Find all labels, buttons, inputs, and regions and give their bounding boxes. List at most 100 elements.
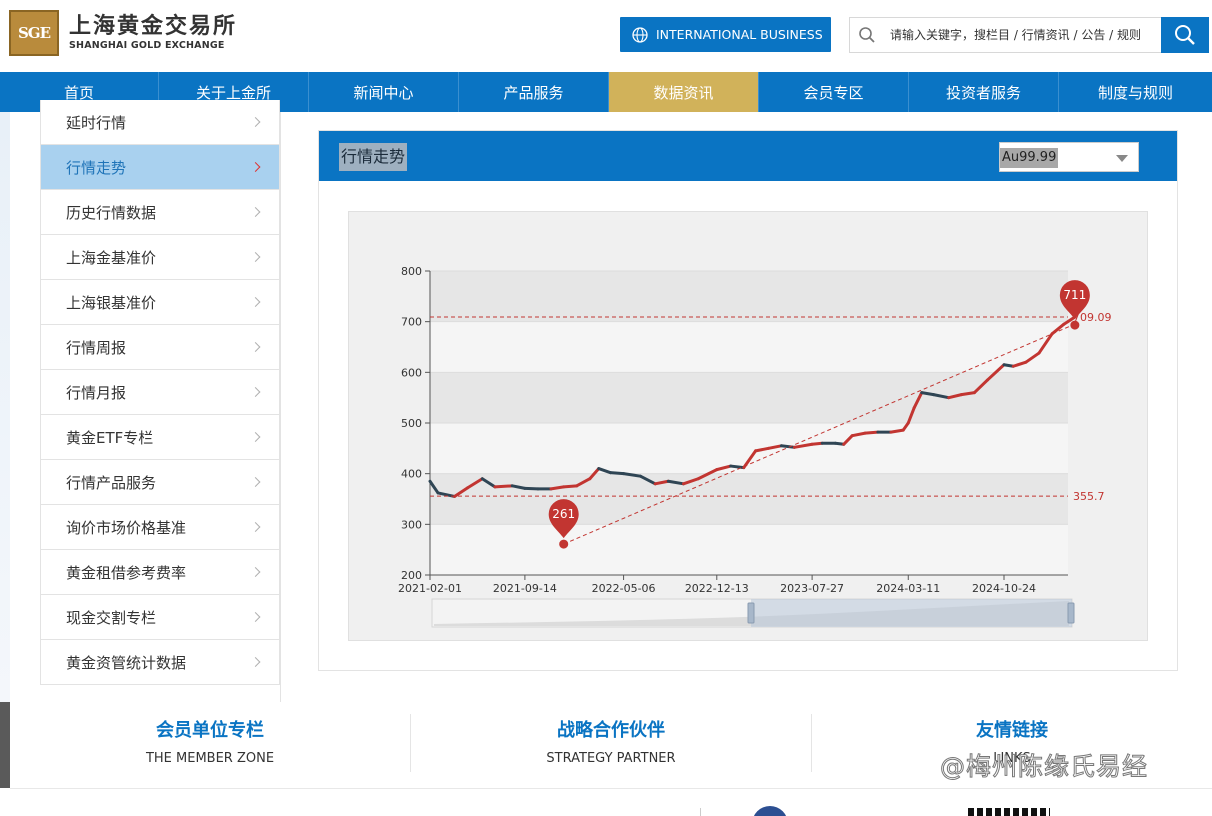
product-select-value: Au99.99 xyxy=(1000,148,1059,168)
chevron-right-icon xyxy=(250,117,261,127)
zoom-handle xyxy=(1067,602,1075,624)
chevron-right-icon xyxy=(250,657,261,667)
logo-cn-name: 上海黄金交易所 xyxy=(69,13,238,40)
sidebar-item-label: 现金交割专栏 xyxy=(66,608,157,627)
sidebar-item-label: 历史行情数据 xyxy=(66,203,157,222)
sidebar-item-label: 上海银基准价 xyxy=(66,293,157,312)
sidebar-item-label: 行情走势 xyxy=(66,158,127,177)
price-segment xyxy=(863,430,880,435)
price-chart: 200 300 400 500 600 700 800 2021-02-01 2021-09-1… xyxy=(348,211,1148,641)
sidebar-divider xyxy=(280,112,281,702)
chevron-right-icon xyxy=(250,342,261,352)
footer-member-zone-en: THE MEMBER ZONE xyxy=(145,751,275,766)
sidebar-item-history[interactable]: 历史行情数据 xyxy=(40,190,280,235)
sidebar-item-label: 询价市场价格基准 xyxy=(66,518,187,537)
qr-code-partial xyxy=(968,808,1050,816)
price-segment xyxy=(609,471,626,476)
left-decoration-dark xyxy=(0,702,10,788)
search-input[interactable] xyxy=(884,18,1161,52)
price-segment xyxy=(810,441,824,446)
market-trend-panel: 行情走势 Au99.99 200 300 400 500 600 700 800 2021-0… xyxy=(318,130,1178,671)
sidebar-item-inquiry-benchmark[interactable]: 询价市场价格基准 xyxy=(40,505,280,550)
point-dot xyxy=(559,539,569,549)
chevron-right-icon xyxy=(250,297,261,307)
international-business-label: INTERNATIONAL BUSINESS xyxy=(656,27,823,42)
footer-strategy-partner-cn: 战略合作伙伴 xyxy=(557,720,665,741)
logo-mark: SGE xyxy=(9,10,59,56)
min-pin-label: 261 xyxy=(552,507,575,521)
y-tick-label: 700 xyxy=(401,316,422,329)
search-button[interactable] xyxy=(1161,17,1209,53)
price-segment xyxy=(729,464,746,470)
price-segment xyxy=(493,484,514,489)
plot-band xyxy=(430,423,1068,474)
nav-data[interactable]: 数据资讯 xyxy=(609,72,759,112)
max-pin-label: 711 xyxy=(1063,288,1086,302)
zoom-handle xyxy=(747,602,755,624)
nav-products[interactable]: 产品服务 xyxy=(459,72,609,112)
sidebar-item-gold-benchmark[interactable]: 上海金基准价 xyxy=(40,235,280,280)
sidebar-item-monthly[interactable]: 行情月报 xyxy=(40,370,280,415)
zoom-window xyxy=(751,599,1072,627)
sidebar-item-label: 行情周报 xyxy=(66,338,127,357)
product-select[interactable]: Au99.99 xyxy=(999,142,1139,172)
y-tick-label: 400 xyxy=(401,468,422,481)
sidebar-item-product-services[interactable]: 行情产品服务 xyxy=(40,460,280,505)
logo-text: 上海黄金交易所 SHANGHAI GOLD EXCHANGE xyxy=(69,15,237,51)
sidebar-item-silver-benchmark[interactable]: 上海银基准价 xyxy=(40,280,280,325)
plot-band xyxy=(430,321,1068,373)
price-segment xyxy=(562,484,579,489)
logo-mark-text: SGE xyxy=(17,24,51,42)
footer-strategy-partner-en: STRATEGY PARTNER xyxy=(546,751,676,766)
chevron-right-icon xyxy=(250,522,261,532)
price-segment xyxy=(549,485,566,491)
nav-rules[interactable]: 制度与规则 xyxy=(1059,72,1212,112)
x-tick-label: 2021-02-01 xyxy=(398,582,462,595)
mark-line-label: 355.7 xyxy=(1073,490,1105,503)
sidebar-item-delayed-quotes[interactable]: 延时行情 xyxy=(40,100,280,145)
sidebar-item-asset-mgmt-stats[interactable]: 黄金资管统计数据 xyxy=(40,640,280,685)
site-logo[interactable]: SGE 上海黄金交易所 SHANGHAI GOLD EXCHANGE xyxy=(9,10,237,56)
y-tick-label: 200 xyxy=(401,569,422,582)
x-tick-label: 2022-05-06 xyxy=(592,582,656,595)
sidebar-item-label: 黄金资管统计数据 xyxy=(66,653,187,672)
footer-member-zone-cn: 会员单位专栏 xyxy=(156,720,264,741)
chevron-right-icon xyxy=(250,387,261,397)
panel-header: 行情走势 Au99.99 xyxy=(319,131,1177,181)
site-header: SGE 上海黄金交易所 SHANGHAI GOLD EXCHANGE INTER… xyxy=(0,0,1212,72)
chevron-right-icon xyxy=(250,252,261,262)
sidebar-item-market-trend[interactable]: 行情走势 xyxy=(40,145,280,190)
nav-investors[interactable]: 投资者服务 xyxy=(909,72,1059,112)
logo-en-name: SHANGHAI GOLD EXCHANGE xyxy=(69,40,225,52)
nav-news[interactable]: 新闻中心 xyxy=(309,72,459,112)
y-tick-label: 800 xyxy=(401,265,422,278)
y-tick-label: 300 xyxy=(401,518,422,531)
sidebar-item-lease-rate[interactable]: 黄金租借参考费率 xyxy=(40,550,280,595)
footer-strategy-partner[interactable]: 战略合作伙伴 STRATEGY PARTNER xyxy=(411,716,811,766)
price-segment xyxy=(920,391,936,397)
sidebar-item-label: 黄金ETF专栏 xyxy=(66,428,154,447)
footer-links-cn: 友情链接 xyxy=(976,720,1048,741)
sidebar: 延时行情 行情走势 历史行情数据 上海金基准价 上海银基准价 行情周报 行情月报… xyxy=(40,100,280,685)
nav-members[interactable]: 会员专区 xyxy=(759,72,909,112)
plot-band xyxy=(430,524,1068,575)
chevron-right-icon xyxy=(250,567,261,577)
sidebar-item-label: 延时行情 xyxy=(66,113,127,132)
x-tick-label: 2024-10-24 xyxy=(972,582,1036,595)
sidebar-item-gold-etf[interactable]: 黄金ETF专栏 xyxy=(40,415,280,460)
chevron-right-icon xyxy=(250,162,261,172)
zoom-slider[interactable] xyxy=(431,598,1075,628)
chevron-right-icon xyxy=(250,432,261,442)
plot-band xyxy=(430,473,1068,525)
footer-member-zone[interactable]: 会员单位专栏 THE MEMBER ZONE xyxy=(10,716,410,766)
international-business-button[interactable]: INTERNATIONAL BUSINESS xyxy=(620,17,831,52)
sidebar-item-weekly[interactable]: 行情周报 xyxy=(40,325,280,370)
sidebar-item-label: 行情月报 xyxy=(66,383,127,402)
y-tick-label: 600 xyxy=(401,366,422,379)
y-tick-label: 500 xyxy=(401,417,422,430)
left-decoration xyxy=(0,112,10,702)
sidebar-item-cash-delivery[interactable]: 现金交割专栏 xyxy=(40,595,280,640)
point-dot xyxy=(1070,320,1080,330)
price-segment xyxy=(889,428,905,434)
price-segment xyxy=(523,486,540,491)
